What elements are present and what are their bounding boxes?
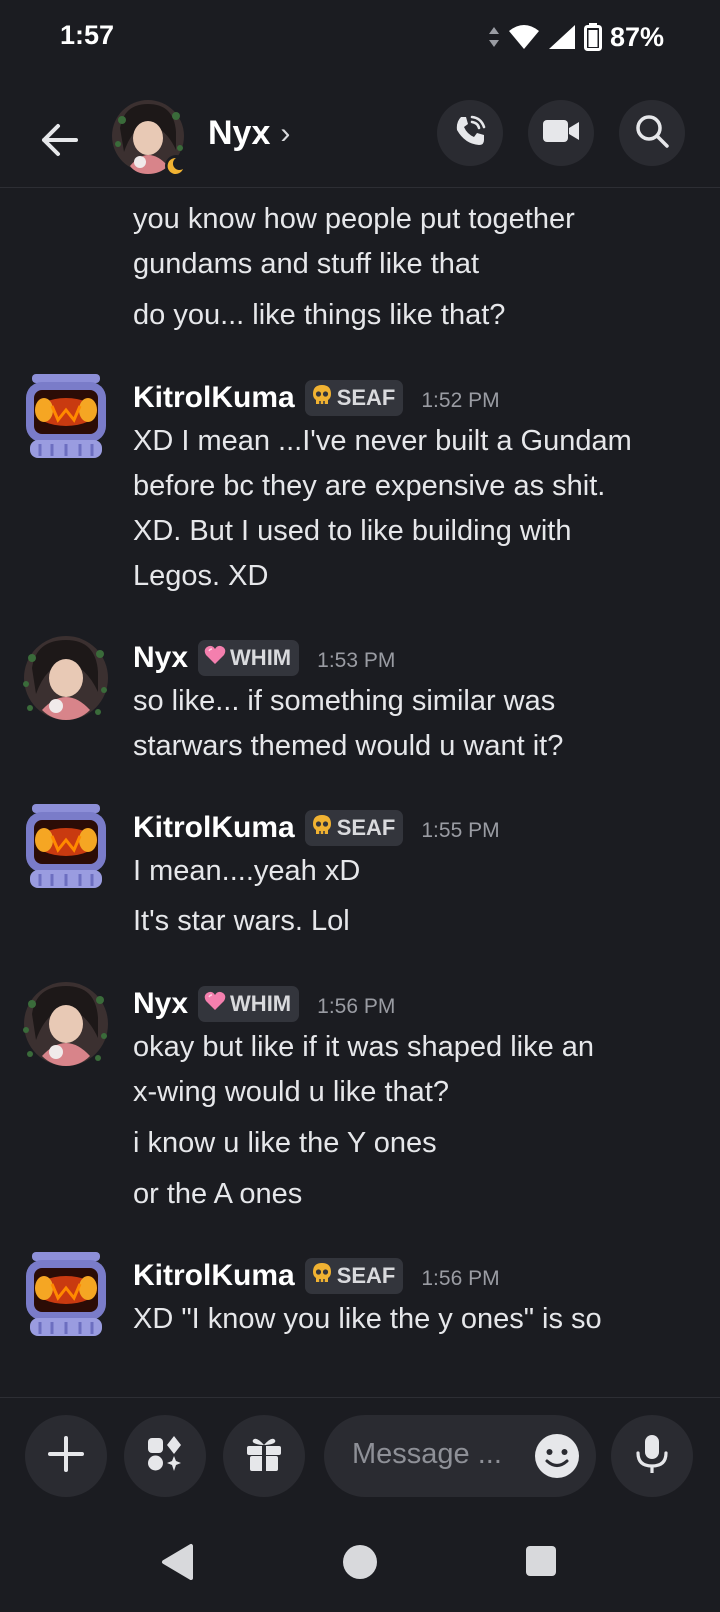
data-arrows-icon — [488, 25, 500, 49]
search-icon — [634, 113, 670, 154]
status-icons: 87% — [488, 20, 664, 54]
message-text: or the A ones — [133, 1178, 303, 1210]
role-tag[interactable]: WHIM — [198, 986, 300, 1022]
message-header: KitrolKuma SEAF 1:56 PM — [133, 1256, 500, 1296]
chevron-right-icon: › — [280, 116, 291, 150]
add-attachment-button[interactable] — [25, 1415, 107, 1497]
nav-back-icon[interactable] — [160, 1543, 194, 1586]
status-time: 1:57 — [60, 20, 115, 50]
message-text: i know u like the Y ones — [133, 1127, 437, 1159]
status-bar: 1:57 87% — [0, 0, 720, 76]
message-list[interactable]: you know how people put together gundams… — [0, 190, 720, 1397]
role-tag-label: WHIM — [230, 991, 292, 1016]
message-input-placeholder: Message ... — [352, 1438, 502, 1470]
heart-icon — [204, 645, 226, 671]
role-tag[interactable]: SEAF — [304, 380, 404, 416]
battery-percentage: 87% — [609, 21, 664, 52]
avatar[interactable] — [20, 978, 112, 1070]
message-input[interactable]: Message ... — [324, 1415, 596, 1497]
skull-icon — [311, 1262, 333, 1290]
skull-icon — [311, 384, 333, 412]
author-name[interactable]: KitrolKuma — [133, 1259, 295, 1293]
timestamp: 1:55 PM — [421, 819, 500, 842]
role-tag[interactable]: SEAF — [304, 810, 404, 846]
message-header: Nyx WHIM 1:53 PM — [133, 638, 395, 678]
apps-icon — [145, 1434, 185, 1479]
gift-button[interactable] — [223, 1415, 305, 1497]
message-text: starwars themed would u want it? — [133, 730, 564, 762]
author-name[interactable]: KitrolKuma — [133, 381, 295, 415]
contact-name-button[interactable]: Nyx › — [208, 114, 290, 153]
timestamp: 1:53 PM — [317, 649, 396, 672]
avatar[interactable] — [20, 632, 112, 724]
role-tag-label: WHIM — [230, 645, 292, 670]
message-composer: Message ... — [0, 1397, 720, 1515]
role-tag-label: SEAF — [336, 1263, 396, 1288]
video-camera-icon — [542, 117, 580, 150]
role-tag-label: SEAF — [336, 815, 396, 840]
message-text: you know how people put together — [133, 203, 575, 235]
contact-avatar[interactable] — [110, 98, 187, 177]
nav-home-icon[interactable] — [341, 1543, 379, 1586]
voice-message-button[interactable] — [611, 1415, 693, 1497]
chat-header: Nyx › — [0, 96, 720, 188]
message-text: Legos. XD — [133, 560, 269, 592]
message-text: I mean....yeah xD — [133, 855, 361, 887]
wifi-icon — [508, 24, 540, 50]
author-name[interactable]: KitrolKuma — [133, 811, 295, 845]
role-tag[interactable]: WHIM — [198, 640, 300, 676]
signal-icon — [548, 24, 576, 50]
message-text: gundams and stuff like that — [133, 248, 480, 280]
emoji-icon[interactable] — [534, 1433, 580, 1479]
message-text: XD. But I used to like building with — [133, 515, 572, 547]
message-text: okay but like if it was shaped like an — [133, 1031, 595, 1063]
phone-call-icon — [453, 114, 487, 153]
message-header: KitrolKuma SEAF 1:52 PM — [133, 378, 500, 418]
message-text: XD "I know you like the y ones" is so — [133, 1303, 602, 1335]
message-text: It's star wars. Lol — [133, 905, 350, 937]
contact-name: Nyx — [208, 114, 271, 152]
nav-recents-icon[interactable] — [524, 1543, 558, 1582]
timestamp: 1:56 PM — [317, 995, 396, 1018]
author-name[interactable]: Nyx — [133, 987, 188, 1021]
message-header: KitrolKuma SEAF 1:55 PM — [133, 808, 500, 848]
timestamp: 1:56 PM — [421, 1267, 500, 1290]
message-text: so like... if something similar was — [133, 685, 556, 717]
timestamp: 1:52 PM — [421, 389, 500, 412]
battery-icon — [583, 23, 602, 51]
video-call-button[interactable] — [528, 100, 594, 166]
search-button[interactable] — [619, 100, 685, 166]
message-text: do you... like things like that? — [133, 299, 506, 331]
voice-call-button[interactable] — [437, 100, 503, 166]
plus-icon — [46, 1434, 86, 1479]
message-text: XD I mean ...I've never built a Gundam — [133, 425, 632, 457]
message-text: before bc they are expensive as shit. — [133, 470, 606, 502]
message-text: x-wing would u like that? — [133, 1076, 449, 1108]
author-name[interactable]: Nyx — [133, 641, 188, 675]
message-header: Nyx WHIM 1:56 PM — [133, 984, 395, 1024]
chat-screen: 1:57 87% Nyx › you know how people put t… — [0, 0, 720, 1612]
heart-icon — [204, 991, 226, 1017]
avatar[interactable] — [20, 802, 112, 894]
skull-icon — [311, 814, 333, 842]
back-button[interactable] — [36, 116, 84, 164]
avatar[interactable] — [20, 372, 112, 464]
gift-icon — [244, 1434, 284, 1479]
apps-button[interactable] — [124, 1415, 206, 1497]
avatar[interactable] — [20, 1250, 112, 1342]
microphone-icon — [634, 1434, 670, 1479]
role-tag-label: SEAF — [336, 385, 396, 410]
arrow-left-icon — [36, 124, 84, 168]
role-tag[interactable]: SEAF — [304, 1258, 404, 1294]
system-nav-bar — [0, 1515, 720, 1612]
